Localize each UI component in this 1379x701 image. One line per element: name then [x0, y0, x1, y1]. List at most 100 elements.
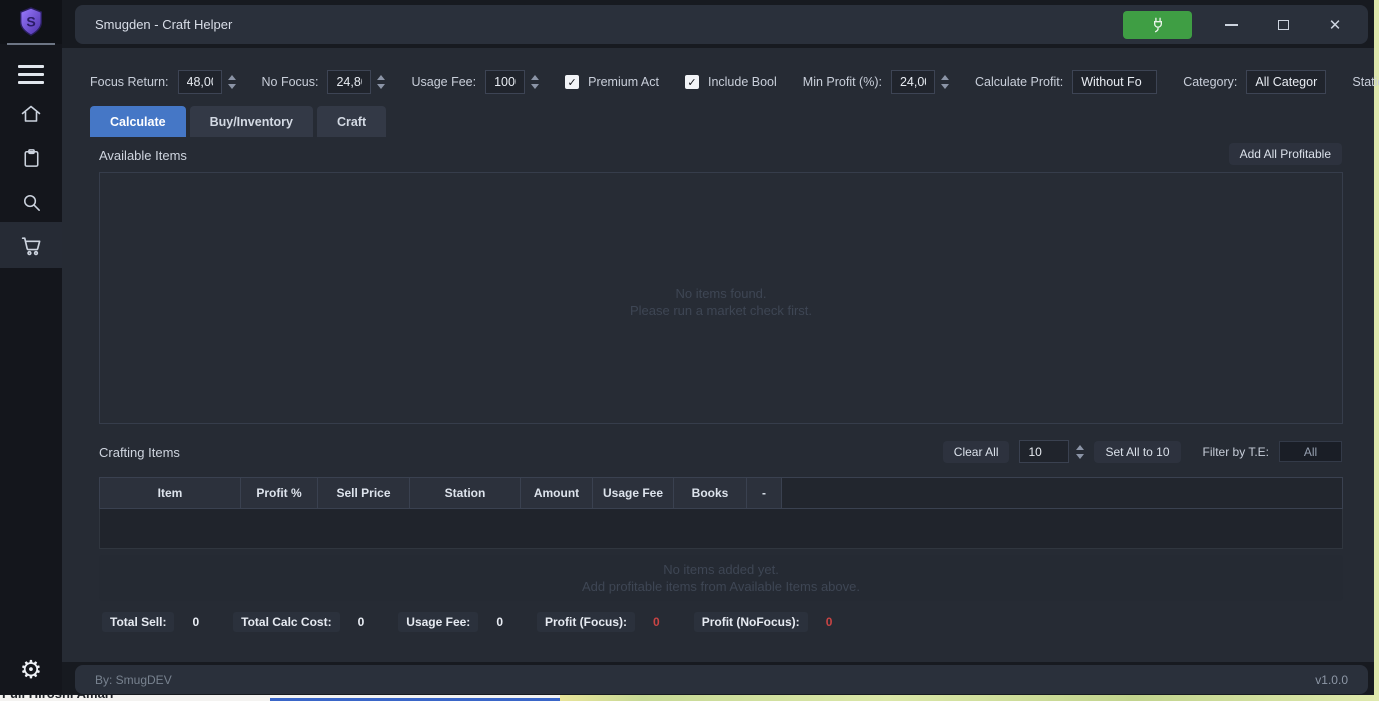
column-header-sell-price[interactable]: Sell Price — [318, 478, 410, 508]
crafting-empty-line1: No items added yet. — [663, 561, 779, 578]
svg-text:S: S — [26, 14, 35, 30]
crafting-table: Item Profit % Sell Price Station Amount … — [99, 477, 1343, 601]
sidebar-item-home[interactable] — [0, 92, 62, 136]
window-title: Smugden - Craft Helper — [95, 17, 232, 32]
crafting-empty-message: No items added yet. Add profitable items… — [99, 555, 1343, 601]
premium-label: Premium Act — [588, 75, 659, 89]
clipboard-icon — [20, 147, 43, 170]
profit-focus-group: Profit (Focus): 0 — [537, 612, 660, 632]
column-header-books[interactable]: Books — [674, 478, 747, 508]
hamburger-icon — [18, 65, 44, 84]
total-usage-fee-value: 0 — [496, 615, 503, 629]
no-focus-group: No Focus: — [262, 70, 386, 94]
sidebar: S ⚙ — [0, 0, 62, 695]
spin-down-icon[interactable] — [1076, 454, 1084, 459]
home-icon — [19, 102, 43, 126]
spin-up-icon[interactable] — [531, 75, 539, 80]
column-header-remove[interactable]: - — [747, 478, 782, 508]
include-bool-group: Include Bool — [685, 75, 777, 89]
calculate-profit-group: Calculate Profit: Without Fo — [975, 70, 1157, 94]
min-profit-group: Min Profit (%): — [803, 70, 949, 94]
spin-down-icon[interactable] — [228, 84, 236, 89]
total-calc-cost-value: 0 — [358, 615, 365, 629]
set-all-button[interactable]: Set All to 10 — [1094, 441, 1180, 463]
calculate-profit-select[interactable]: Without Fo — [1072, 70, 1157, 94]
usage-fee-spinner[interactable] — [531, 75, 539, 89]
desktop-background-strip — [1374, 0, 1379, 701]
spin-up-icon[interactable] — [377, 75, 385, 80]
sidebar-item-clipboard[interactable] — [0, 136, 62, 180]
spin-down-icon[interactable] — [377, 84, 385, 89]
column-header-usage-fee[interactable]: Usage Fee — [593, 478, 674, 508]
available-items-panel: No items found. Please run a market chec… — [99, 172, 1343, 424]
minimize-button[interactable] — [1218, 12, 1244, 38]
clear-all-button[interactable]: Clear All — [943, 441, 1010, 463]
crafting-empty-line2: Add profitable items from Available Item… — [582, 578, 860, 595]
close-button[interactable]: ✕ — [1322, 12, 1348, 38]
search-icon — [20, 191, 43, 214]
connect-button[interactable] — [1123, 11, 1192, 39]
spin-up-icon[interactable] — [1076, 445, 1084, 450]
total-calc-cost-group: Total Calc Cost: 0 — [233, 612, 364, 632]
filter-te-select[interactable]: All — [1279, 441, 1342, 462]
quantity-spinner[interactable] — [1076, 445, 1084, 459]
focus-return-spinner[interactable] — [228, 75, 236, 89]
available-empty-line2: Please run a market check first. — [100, 302, 1342, 319]
maximize-icon — [1278, 20, 1289, 30]
main-panel: Focus Return: No Focus: Usage Fee: Premi… — [62, 48, 1374, 662]
total-sell-value: 0 — [192, 615, 199, 629]
spin-up-icon[interactable] — [228, 75, 236, 80]
usage-fee-input[interactable] — [485, 70, 525, 94]
add-all-profitable-button[interactable]: Add All Profitable — [1229, 143, 1342, 165]
column-header-amount[interactable]: Amount — [521, 478, 593, 508]
no-focus-input[interactable] — [327, 70, 371, 94]
column-header-filler — [782, 478, 1342, 508]
column-header-station[interactable]: Station — [410, 478, 521, 508]
maximize-button[interactable] — [1270, 12, 1296, 38]
version-text: v1.0.0 — [1315, 673, 1348, 687]
category-label: Category: — [1183, 75, 1237, 89]
available-empty-message: No items found. Please run a market chec… — [100, 285, 1342, 319]
category-group: Category: All Categor — [1183, 70, 1326, 94]
column-header-item[interactable]: Item — [100, 478, 241, 508]
close-icon: ✕ — [1329, 16, 1342, 34]
min-profit-spinner[interactable] — [941, 75, 949, 89]
sidebar-menu-button[interactable] — [0, 52, 62, 96]
premium-checkbox[interactable] — [565, 75, 579, 89]
sidebar-item-settings[interactable]: ⚙ — [0, 648, 62, 692]
crafting-table-header: Item Profit % Sell Price Station Amount … — [99, 477, 1343, 509]
calculate-profit-label: Calculate Profit: — [975, 75, 1063, 89]
profit-focus-value: 0 — [653, 615, 660, 629]
sidebar-item-search[interactable] — [0, 180, 62, 224]
crafting-items-title: Crafting Items — [99, 445, 180, 460]
profit-focus-label: Profit (Focus): — [537, 612, 635, 632]
available-items-title: Available Items — [99, 148, 187, 163]
no-focus-label: No Focus: — [262, 75, 319, 89]
sidebar-divider — [7, 43, 55, 45]
crafting-table-body — [99, 509, 1343, 549]
gear-icon: ⚙ — [20, 658, 42, 683]
sidebar-item-cart[interactable] — [0, 222, 62, 268]
app-logo: S — [0, 0, 62, 44]
spin-down-icon[interactable] — [941, 84, 949, 89]
include-bool-checkbox[interactable] — [685, 75, 699, 89]
tab-buy-inventory[interactable]: Buy/Inventory — [190, 106, 313, 137]
tab-craft[interactable]: Craft — [317, 106, 386, 137]
usage-fee-label: Usage Fee: — [411, 75, 476, 89]
total-calc-cost-label: Total Calc Cost: — [233, 612, 339, 632]
quantity-input[interactable] — [1019, 440, 1069, 463]
no-focus-spinner[interactable] — [377, 75, 385, 89]
total-sell-group: Total Sell: 0 — [102, 612, 199, 632]
tab-bar: Calculate Buy/Inventory Craft — [90, 106, 386, 137]
category-select[interactable]: All Categor — [1246, 70, 1326, 94]
spin-down-icon[interactable] — [531, 84, 539, 89]
profit-nofocus-label: Profit (NoFocus): — [694, 612, 808, 632]
totals-bar: Total Sell: 0 Total Calc Cost: 0 Usage F… — [102, 612, 832, 632]
titlebar: Smugden - Craft Helper ✕ — [75, 5, 1368, 44]
crafting-controls: Clear All Set All to 10 Filter by T.E: A… — [943, 440, 1342, 463]
focus-return-input[interactable] — [178, 70, 222, 94]
min-profit-input[interactable] — [891, 70, 935, 94]
column-header-profit[interactable]: Profit % — [241, 478, 318, 508]
spin-up-icon[interactable] — [941, 75, 949, 80]
tab-calculate[interactable]: Calculate — [90, 106, 186, 137]
